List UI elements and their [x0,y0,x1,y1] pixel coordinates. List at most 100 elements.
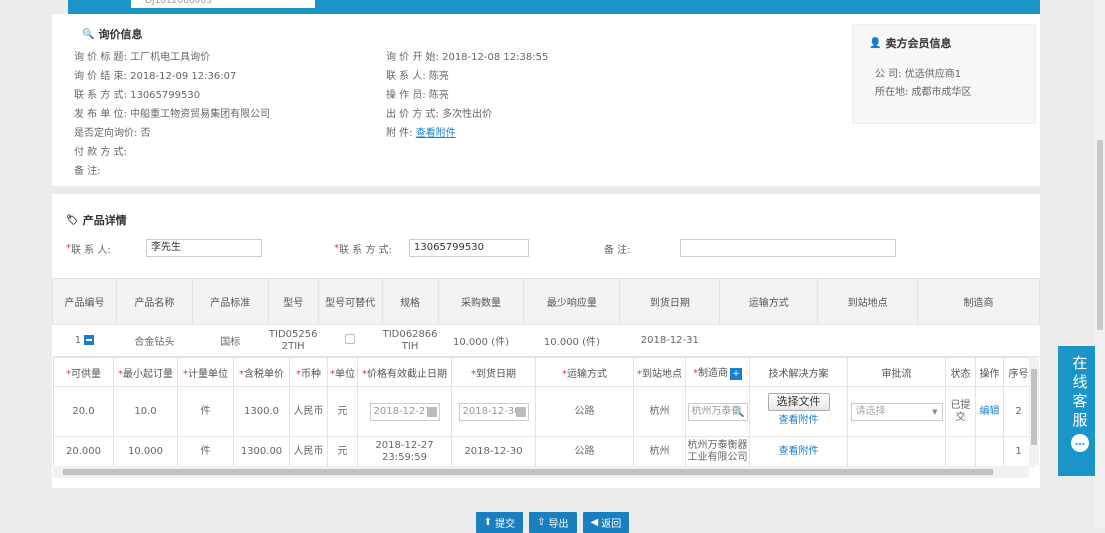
tech-solution-cell: 查看附件 [749,436,848,467]
inquiry-info-title: 🔍 询价信息 [82,28,143,41]
price-cell: 1300.00 [233,436,290,467]
inquiry-start-row: 询 价 开 始: 2018-12-08 12:38:55 [386,52,549,63]
col-header: 采购数量 [437,278,525,325]
supply-cell: 20.000 [53,436,114,467]
contact-person-input[interactable]: 李先生 [146,239,262,257]
valid-date-input[interactable]: 2018-12-27 [369,402,440,421]
product-spec-cell: TID062866TIH [382,324,439,357]
product-table-header: 产品编号 产品名称 产品标准 型号 型号可替代 规格 采购数量 最少响应量 到货… [52,278,1040,325]
col-header: *含税单价 [233,357,290,387]
currency-cell: 人民币 [289,436,328,467]
action-button-bar: ⬆ 提交 ⇪ 导出 ◀ 返回 [0,512,1105,533]
view-attachment-link[interactable]: 查看附件 [416,128,456,139]
money-unit-cell: 元 [327,386,358,437]
order-number-tab: DJ1812080003 [130,0,316,9]
inquiry-end-row: 询 价 结 束: 2018-12-09 12:36:07 [74,71,237,82]
col-header: 型号可替代 [317,278,383,325]
operation-cell: 编辑 [975,386,1004,437]
table-row: 20.0 10.0 件 1300.0 人民币 元 2018-12-27 2018… [53,386,1034,437]
calendar-icon[interactable] [515,406,526,417]
page-scrollbar[interactable] [1095,0,1105,528]
subtable-vertical-scrollbar[interactable] [1029,357,1039,465]
arrive-date-input[interactable]: 2018-12-30 [458,402,529,421]
product-table: 产品编号 产品名称 产品标准 型号 型号可替代 规格 采购数量 最少响应量 到货… [52,278,1040,357]
col-header: *制造商 + [685,357,750,387]
quote-header-row: *可供量 *最小起订量 *计量单位 *含税单价 *币种 *单位 *价格有效截止日… [53,357,1034,387]
maker-cell: 杭州万泰衡器工业有限公司 [685,436,750,467]
col-header: 型号 [267,278,319,325]
publisher-row: 发 布 单 位: 中船重工物资贸易集团有限公司 [74,109,271,120]
operator-row: 操 作 员: 陈亮 [386,90,449,101]
product-phone-label: * 联 系 方 式: [334,242,392,256]
moq-cell: 10.0 [113,386,178,437]
add-maker-icon[interactable]: + [730,368,742,380]
note-input[interactable] [680,239,896,257]
tag-icon: 🏷 [66,214,79,226]
approval-select[interactable]: 请选择 [850,402,943,421]
product-standard-cell: 国标 [192,324,269,357]
product-id-cell: 1 [52,324,117,357]
quote-subtable-wrap: *可供量 *最小起订量 *计量单位 *含税单价 *币种 *单位 *价格有效截止日… [53,356,1039,478]
export-icon: ⇪ [537,517,546,528]
view-attachment-link[interactable]: 查看附件 [779,415,819,426]
edit-link[interactable]: 编辑 [980,406,1000,417]
subtable-horizontal-scrollbar[interactable] [53,466,1029,478]
money-unit-cell: 元 [327,436,358,467]
col-header: 规格 [381,278,439,325]
calendar-icon[interactable] [426,406,437,417]
col-header: *可供量 [53,357,114,387]
replaceable-checkbox[interactable] [345,334,356,344]
product-contact-label: * 联 系 人: [66,242,111,256]
currency-cell: 人民币 [289,386,328,437]
col-header: 技术解决方案 [749,357,848,387]
quote-subtable: *可供量 *最小起订量 *计量单位 *含税单价 *币种 *单位 *价格有效截止日… [53,357,1034,467]
payment-method-row: 付 款 方 式: [74,147,127,158]
arrive-date-cell: 2018-12-30 [451,386,536,437]
col-header: 到货日期 [619,278,721,325]
col-header: *币种 [289,357,328,387]
approval-cell: 请选择 [847,386,946,437]
col-header: *单位 [327,357,358,387]
contact-phone-row: 联 系 方 式: 13065799530 [74,90,201,101]
valid-date-cell: 2018-12-27 23:59:59 [357,436,452,467]
status-cell: 已提交 [945,386,976,437]
unit-cell: 件 [177,386,234,437]
col-header: *最小起订量 [113,357,178,387]
table-row: 1 合金钻头 国标 TID052562TIH TID062866TIH 10.0… [52,324,1040,357]
choose-file-button[interactable]: 选择文件 [767,392,830,411]
chat-bubble-icon: … [1071,434,1089,452]
product-detail-title: 🏷 产品详情 [66,214,127,227]
col-header: *到货日期 [451,357,536,387]
section-divider [52,186,1040,194]
seller-info-title: 👤 卖方会员信息 [869,37,952,50]
user-icon: 👤 [869,37,882,49]
search-doc-icon: 🔍 [82,28,95,40]
col-header: 运输方式 [719,278,819,325]
maker-cell [917,324,1040,357]
col-header: 到站地点 [817,278,919,325]
transport-cell: 公路 [535,386,634,437]
back-button[interactable]: ◀ 返回 [582,512,630,533]
col-header: 产品标准 [191,278,269,325]
col-header: 审批流 [847,357,946,387]
col-header: 产品编号 [52,278,117,325]
bid-method-row: 出 价 方 式: 多次性出价 [386,109,493,120]
maker-cell: 杭州万泰衡 🔍 [685,386,750,437]
moq-cell: 10.000 [113,436,178,467]
contact-person-row: 联 系 人: 陈亮 [386,71,449,82]
contact-phone-input[interactable]: 13065799530 [409,239,529,257]
col-header: *运输方式 [535,357,634,387]
view-attachment-link[interactable]: 查看附件 [779,446,819,457]
top-header-bar: DJ1812080003 [68,0,1040,14]
submit-button[interactable]: ⬆ 提交 [475,512,524,533]
export-button[interactable]: ⇪ 导出 [529,512,577,533]
collapse-icon[interactable] [84,335,95,345]
station-cell [817,324,918,357]
seller-location: 所在地: 成都市成华区 [875,87,972,98]
col-header: 操作 [975,357,1004,387]
col-header: *到站地点 [633,357,686,387]
product-note-label: 备 注: [604,244,631,256]
approval-cell [847,436,946,467]
maker-search-input[interactable]: 杭州万泰衡 🔍 [687,402,748,421]
search-icon[interactable]: 🔍 [732,405,744,421]
